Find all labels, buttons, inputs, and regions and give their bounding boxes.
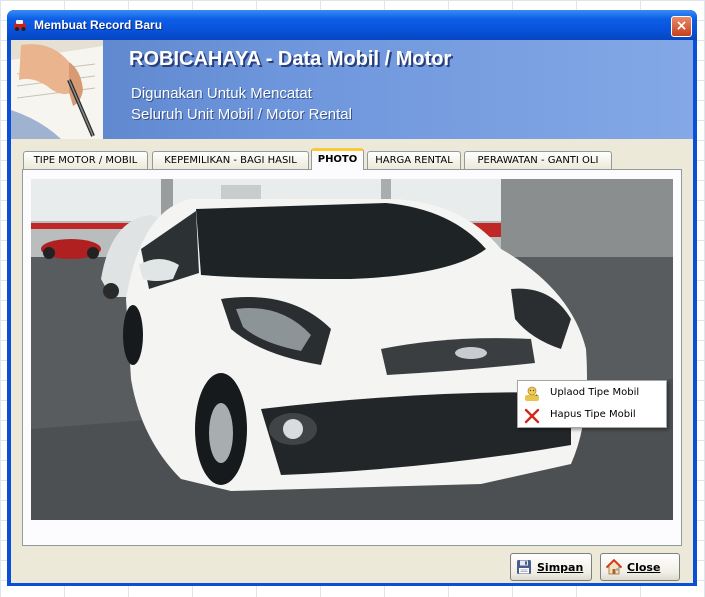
window-close-button[interactable]: × xyxy=(671,16,692,37)
save-button[interactable]: Simpan xyxy=(510,553,592,581)
floppy-disk-icon xyxy=(517,560,531,574)
user-upload-icon xyxy=(525,386,539,401)
save-button-label: Simpan xyxy=(537,561,584,574)
close-button-label: Close xyxy=(627,561,661,574)
tab-photo[interactable]: PHOTO xyxy=(311,148,364,170)
app-icon xyxy=(14,20,26,31)
menu-item-hapus-tipe-mobil[interactable]: Hapus Tipe Mobil xyxy=(520,405,664,427)
menu-item-label: Hapus Tipe Mobil xyxy=(550,409,636,420)
banner-subtitle-line-2: Seluruh Unit Mobil / Motor Rental xyxy=(131,106,352,123)
banner-subtitle-line-1: Digunakan Untuk Mencatat xyxy=(131,85,312,102)
photo-tab-panel: Uplaod Tipe Mobil Hapus Tipe Mobil xyxy=(22,169,682,546)
title-bar[interactable]: Membuat Record Baru × xyxy=(7,10,697,40)
header-banner: ROBICAHAYA - Data Mobil / Motor Digunaka… xyxy=(11,40,693,139)
tab-tipe-motor-mobil[interactable]: TIPE MOTOR / MOBIL xyxy=(23,151,148,169)
dialog-body: ROBICAHAYA - Data Mobil / Motor Digunaka… xyxy=(11,40,693,583)
banner-title: ROBICAHAYA - Data Mobil / Motor xyxy=(129,48,452,70)
photo-context-menu: Uplaod Tipe Mobil Hapus Tipe Mobil xyxy=(517,380,667,428)
writing-hand-icon xyxy=(11,40,103,139)
close-button[interactable]: Close xyxy=(600,553,680,581)
car-photo[interactable] xyxy=(31,179,673,520)
dialog-window: Membuat Record Baru × ROBICAHAYA - Data … xyxy=(7,10,697,586)
tab-kepemilikan-bagi-hasil[interactable]: KEPEMILIKAN - BAGI HASIL xyxy=(152,151,309,169)
menu-item-upload-tipe-mobil[interactable]: Uplaod Tipe Mobil xyxy=(520,383,664,405)
menu-item-label: Uplaod Tipe Mobil xyxy=(550,387,640,398)
home-icon xyxy=(606,559,622,575)
tab-harga-rental[interactable]: HARGA RENTAL xyxy=(367,151,461,169)
delete-x-icon xyxy=(524,408,540,424)
tab-perawatan-ganti-oli[interactable]: PERAWATAN - GANTI OLI xyxy=(464,151,612,169)
window-title: Membuat Record Baru xyxy=(34,18,163,32)
